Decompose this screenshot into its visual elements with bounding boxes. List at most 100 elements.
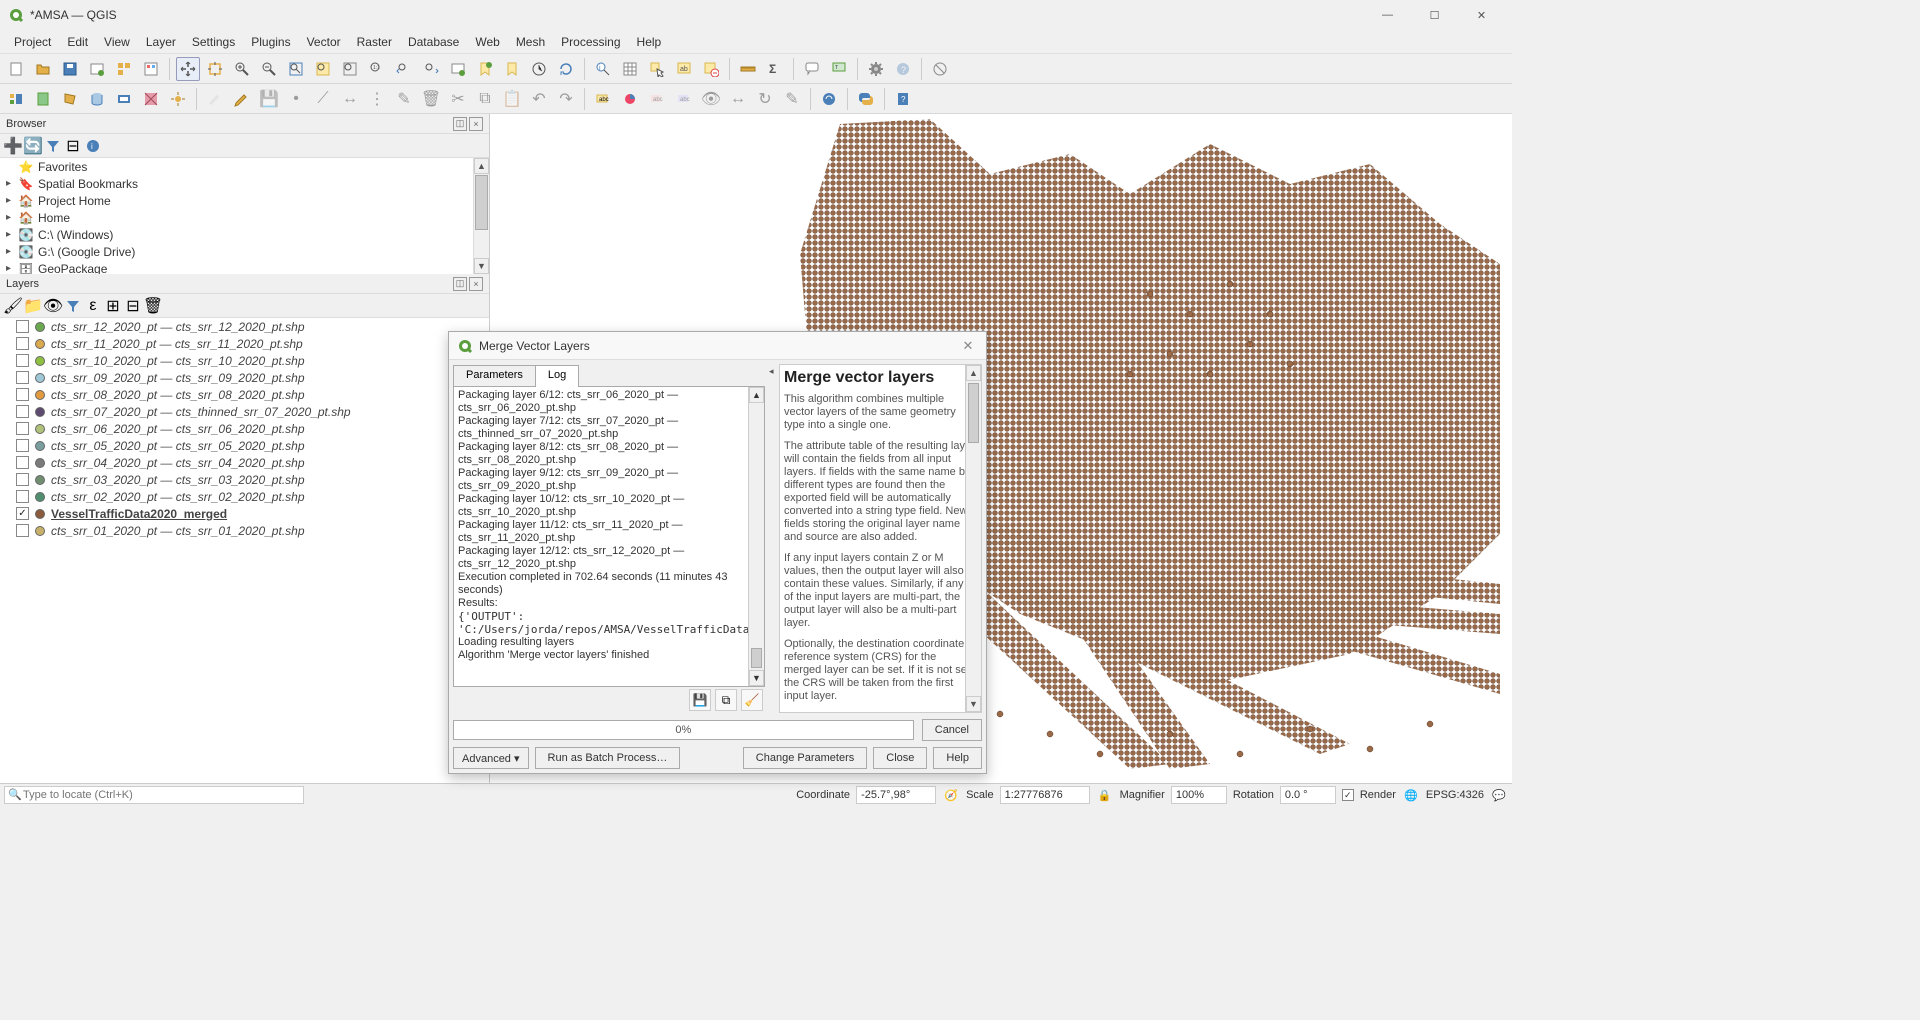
filter-browser-icon[interactable] — [44, 137, 62, 155]
rotation-field[interactable]: 0.0 ° — [1280, 786, 1336, 804]
temporal-icon[interactable] — [527, 57, 551, 81]
pan-icon[interactable] — [176, 57, 200, 81]
zoom-full-icon[interactable] — [284, 57, 308, 81]
render-checkbox[interactable] — [1342, 789, 1354, 801]
filter-legend-icon[interactable] — [64, 297, 82, 315]
browser-item[interactable]: ▸🏠Home — [0, 209, 489, 226]
algorithm-help[interactable]: Merge vector layers This algorithm combi… — [779, 364, 982, 713]
redo-icon[interactable]: ↷ — [554, 87, 578, 111]
cancel-button[interactable]: Cancel — [922, 719, 982, 741]
layout-manager-icon[interactable] — [112, 57, 136, 81]
clear-log-button[interactable]: 🧹 — [741, 689, 763, 711]
edits-icon[interactable] — [203, 87, 227, 111]
menu-processing[interactable]: Processing — [553, 33, 628, 51]
save-edits-icon[interactable]: 💾 — [257, 87, 281, 111]
move-feature-icon[interactable]: ↔ — [338, 87, 362, 111]
new-bookmark-icon[interactable] — [473, 57, 497, 81]
layer-row[interactable]: cts_srr_01_2020_pt — cts_srr_01_2020_pt.… — [0, 522, 489, 539]
log-output[interactable]: Packaging layer 6/12: cts_srr_06_2020_pt… — [453, 386, 765, 687]
browser-item[interactable]: ⭐Favorites — [0, 158, 489, 175]
menu-help[interactable]: Help — [629, 33, 670, 51]
label-toolbar-icon[interactable]: abc — [591, 87, 615, 111]
expression-filter-icon[interactable]: ε — [84, 297, 102, 315]
layer-row[interactable]: cts_srr_02_2020_pt — cts_srr_02_2020_pt.… — [0, 488, 489, 505]
remove-layer-icon[interactable]: 🗑 — [144, 297, 162, 315]
layer-row[interactable]: cts_srr_03_2020_pt — cts_srr_03_2020_pt.… — [0, 471, 489, 488]
style-manager-icon[interactable] — [139, 57, 163, 81]
toolbox-icon[interactable] — [864, 57, 888, 81]
statistics-icon[interactable]: Σ — [763, 57, 787, 81]
map-tips-icon[interactable] — [800, 57, 824, 81]
cut-icon[interactable]: ✂ — [446, 87, 470, 111]
tab-log[interactable]: Log — [535, 365, 579, 387]
toggle-editing-icon[interactable] — [230, 87, 254, 111]
collapse-all-icon[interactable]: ⊟ — [64, 137, 82, 155]
layer-row[interactable]: VesselTrafficData2020_merged — [0, 505, 489, 522]
add-layer-icon[interactable]: ➕ — [4, 137, 22, 155]
layer-row[interactable]: cts_srr_05_2020_pt — cts_srr_05_2020_pt.… — [0, 437, 489, 454]
save-log-button[interactable]: 💾 — [689, 689, 711, 711]
layer-visibility-checkbox[interactable] — [16, 337, 29, 350]
browser-undock-button[interactable]: ◫ — [453, 117, 467, 131]
browser-tree[interactable]: ⭐Favorites▸🔖Spatial Bookmarks▸🏠Project H… — [0, 158, 489, 274]
save-project-icon[interactable] — [58, 57, 82, 81]
layer-visibility-checkbox[interactable] — [16, 371, 29, 384]
select-features-icon[interactable] — [645, 57, 669, 81]
layer-row[interactable]: cts_srr_10_2020_pt — cts_srr_10_2020_pt.… — [0, 352, 489, 369]
menu-edit[interactable]: Edit — [59, 33, 96, 51]
minimize-button[interactable]: — — [1365, 1, 1410, 29]
layer-row[interactable]: cts_srr_08_2020_pt — cts_srr_08_2020_pt.… — [0, 386, 489, 403]
layer-row[interactable]: cts_srr_07_2020_pt — cts_thinned_srr_07_… — [0, 403, 489, 420]
add-group-icon[interactable]: 📁 — [24, 297, 42, 315]
add-feature-icon[interactable]: • — [284, 87, 308, 111]
menu-mesh[interactable]: Mesh — [508, 33, 553, 51]
zoom-native-icon[interactable]: 1:1 — [365, 57, 389, 81]
layer-row[interactable]: cts_srr_11_2020_pt — cts_srr_11_2020_pt.… — [0, 335, 489, 352]
messages-icon[interactable]: 💬 — [1490, 786, 1508, 804]
new-project-icon[interactable] — [4, 57, 28, 81]
layer-row[interactable]: cts_srr_09_2020_pt — cts_srr_09_2020_pt.… — [0, 369, 489, 386]
zoom-layer-icon[interactable] — [338, 57, 362, 81]
zoom-last-icon[interactable] — [392, 57, 416, 81]
menu-vector[interactable]: Vector — [299, 33, 349, 51]
digitize-icon[interactable]: ⟋ — [311, 87, 335, 111]
pan-to-selection-icon[interactable] — [203, 57, 227, 81]
label-highlight-icon[interactable]: abc — [645, 87, 669, 111]
advanced-button[interactable]: Advanced ▾ — [453, 747, 529, 769]
lock-scale-icon[interactable]: 🔒 — [1096, 786, 1114, 804]
locator-input[interactable] — [4, 786, 304, 804]
menu-raster[interactable]: Raster — [349, 33, 400, 51]
layer-visibility-checkbox[interactable] — [16, 388, 29, 401]
deselect-icon[interactable] — [699, 57, 723, 81]
magnifier-field[interactable]: 100% — [1171, 786, 1227, 804]
select-by-value-icon[interactable]: ab — [672, 57, 696, 81]
extents-toggle-icon[interactable]: 🧭 — [942, 786, 960, 804]
copy-icon[interactable]: ⧉ — [473, 87, 497, 111]
browser-item[interactable]: ▸🔖Spatial Bookmarks — [0, 175, 489, 192]
undo-icon[interactable]: ↶ — [527, 87, 551, 111]
menu-plugins[interactable]: Plugins — [243, 33, 298, 51]
menu-settings[interactable]: Settings — [184, 33, 243, 51]
layer-visibility-checkbox[interactable] — [16, 490, 29, 503]
measure-icon[interactable] — [736, 57, 760, 81]
label-move-icon[interactable]: ↔ — [726, 87, 750, 111]
paste-icon[interactable]: 📋 — [500, 87, 524, 111]
identify-icon[interactable]: i — [591, 57, 615, 81]
no-action-icon[interactable] — [928, 57, 952, 81]
menu-view[interactable]: View — [96, 33, 138, 51]
annotation-icon[interactable]: T — [827, 57, 851, 81]
close-button[interactable]: Close — [873, 747, 927, 769]
maximize-button[interactable]: ☐ — [1412, 1, 1457, 29]
dialog-title-bar[interactable]: Merge Vector Layers ✕ — [449, 332, 986, 360]
log-scrollbar[interactable]: ▲▼ — [748, 387, 764, 686]
run-batch-button[interactable]: Run as Batch Process… — [535, 747, 681, 769]
layer-style-icon[interactable]: 🖌 — [4, 297, 22, 315]
expand-all-icon[interactable]: ⊞ — [104, 297, 122, 315]
browser-close-button[interactable]: × — [469, 117, 483, 131]
crs-label[interactable]: EPSG:4326 — [1426, 789, 1484, 801]
new-gps-icon[interactable] — [166, 87, 190, 111]
refresh-browser-icon[interactable]: 🔄 — [24, 137, 42, 155]
menu-web[interactable]: Web — [467, 33, 507, 51]
layers-undock-button[interactable]: ◫ — [453, 277, 467, 291]
delete-selected-icon[interactable]: 🗑 — [419, 87, 443, 111]
